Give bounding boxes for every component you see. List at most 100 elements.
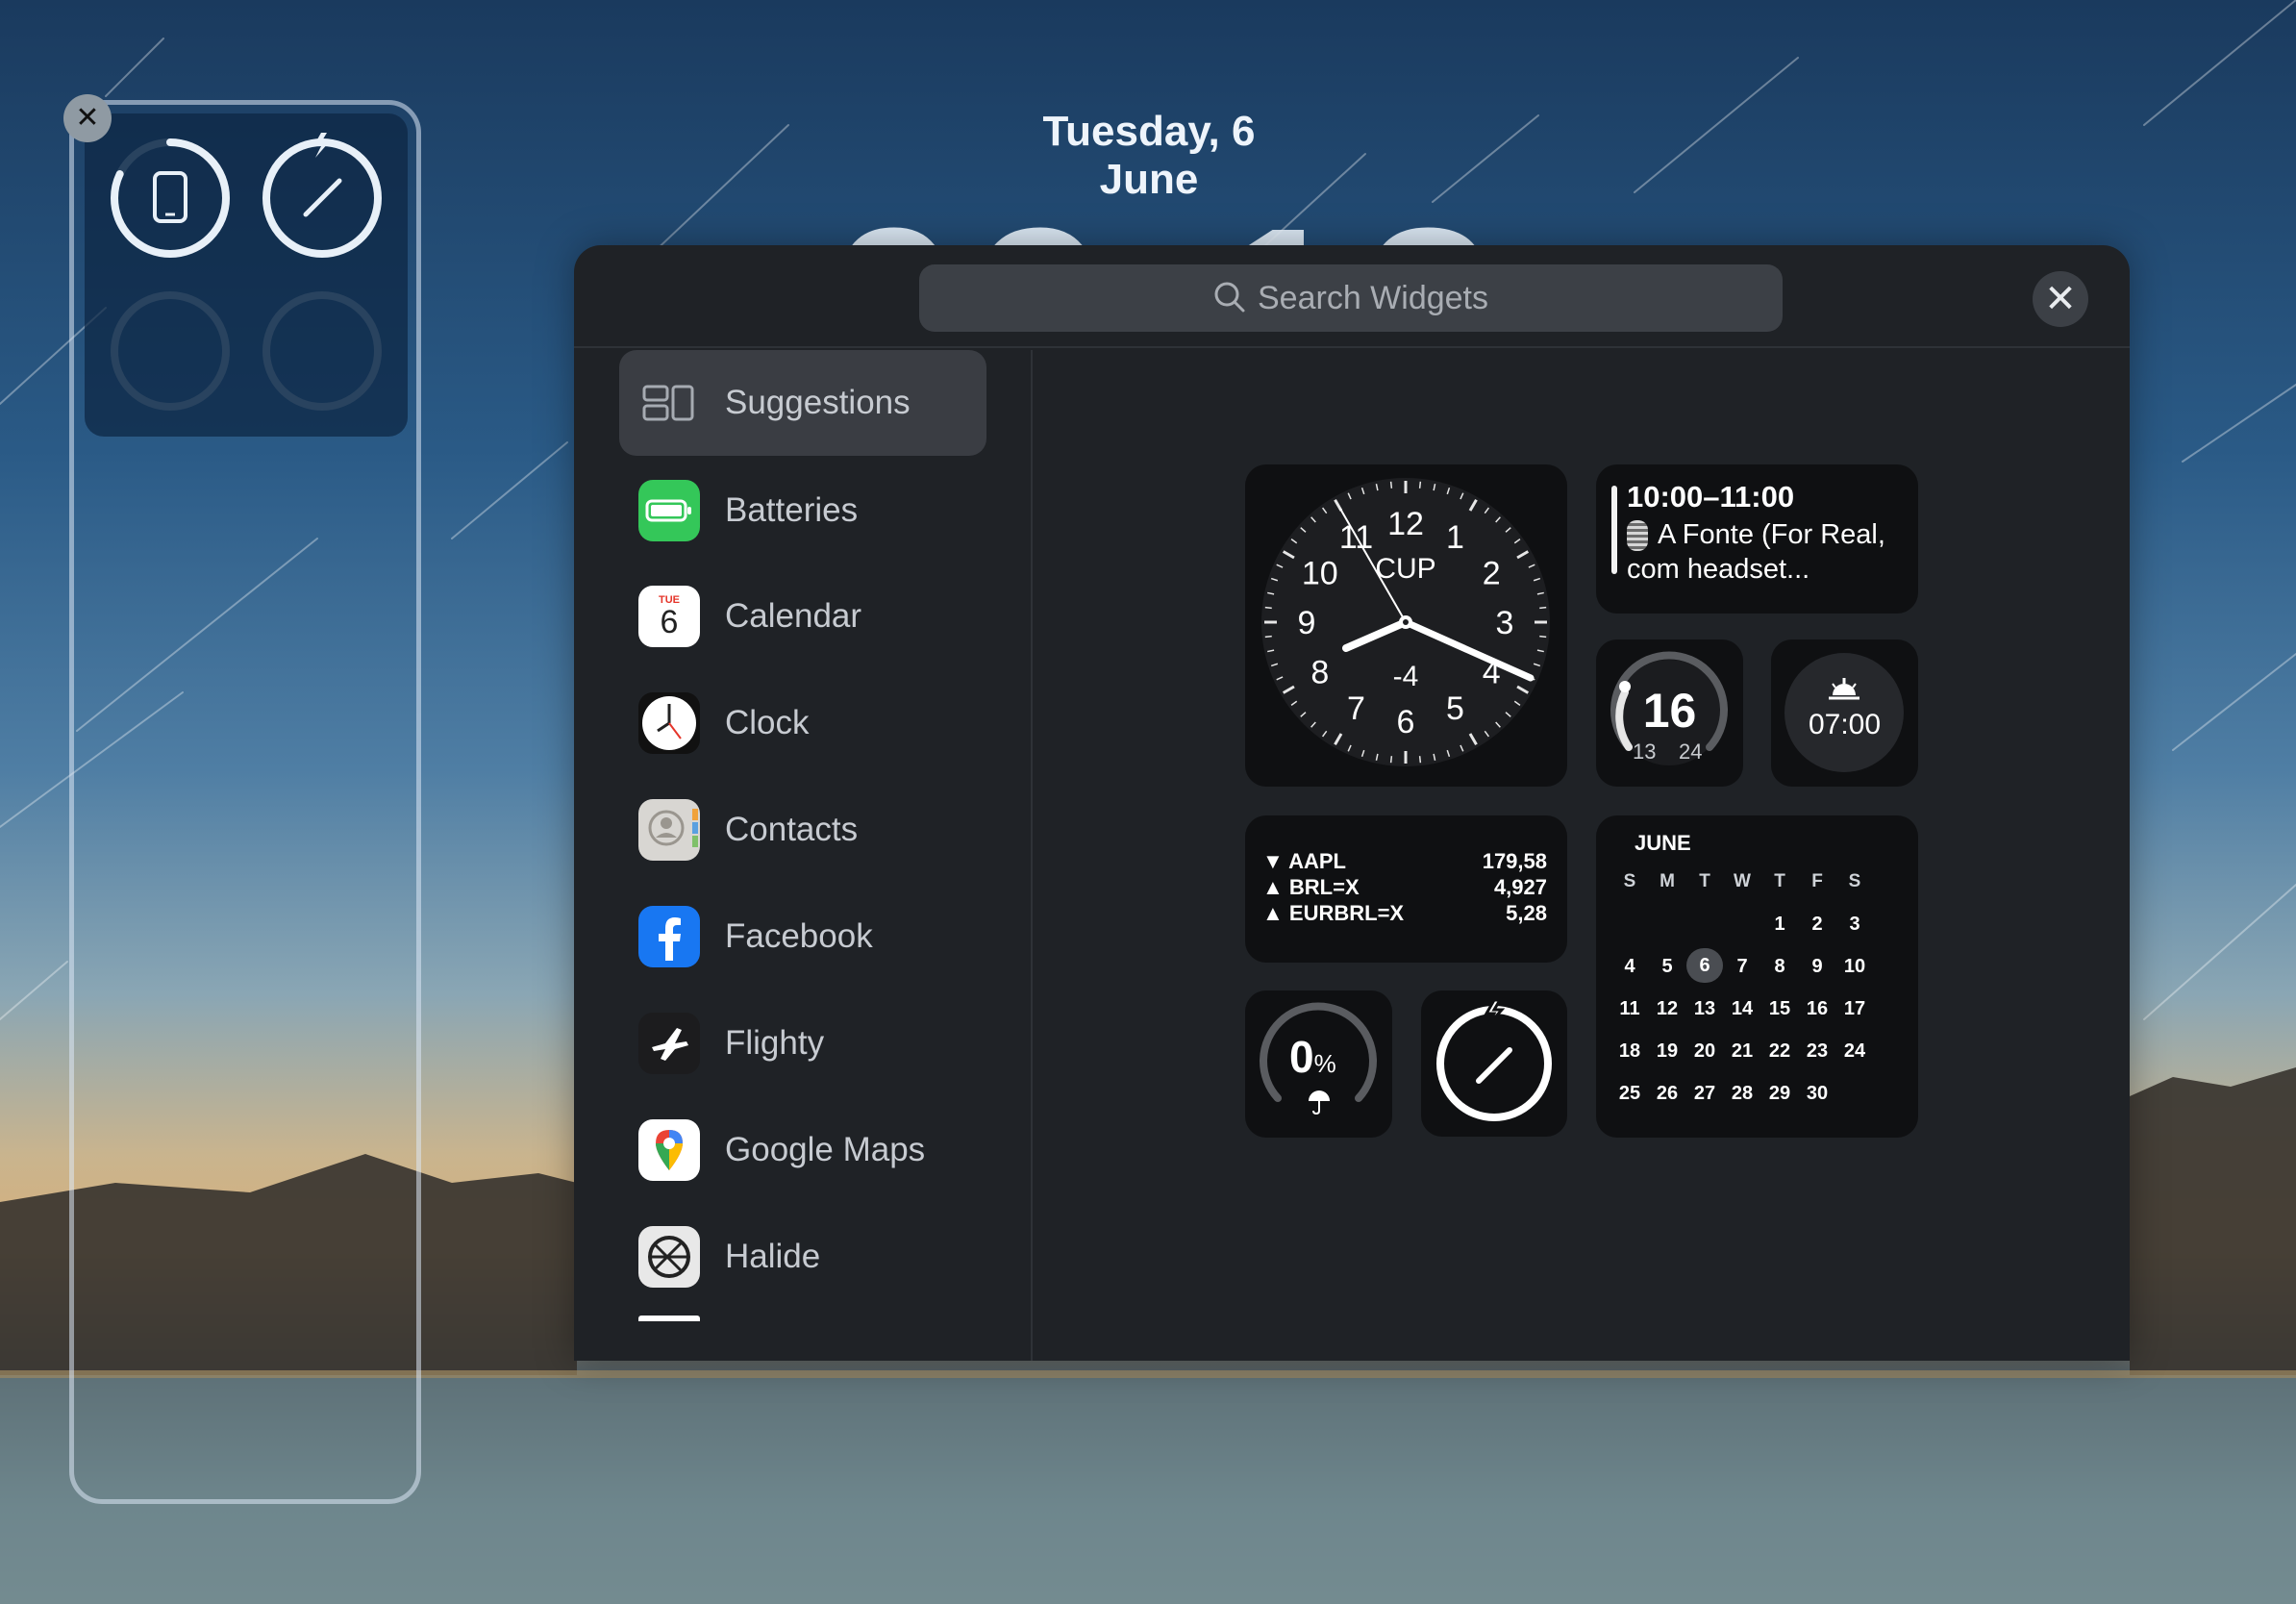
calendar-day: 20	[1693, 1040, 1716, 1062]
sidebar-item-label: Suggestions	[725, 384, 911, 421]
apple-pencil-icon	[1476, 1047, 1512, 1084]
calendar-day: 16	[1806, 998, 1829, 1019]
sidebar-item-flighty[interactable]: Flighty	[619, 990, 986, 1096]
calendar-month-title: JUNE	[1635, 831, 1691, 855]
sidebar-item-label: Contacts	[725, 811, 859, 848]
calendar-day: 19	[1656, 1040, 1679, 1062]
calendar-day: 12	[1656, 998, 1679, 1019]
calendar-weekday: T	[1774, 871, 1785, 891]
analog-clock-face: 121234567891011CUP-4	[1261, 478, 1550, 766]
sidebar-item-label: Facebook	[725, 917, 873, 955]
calendar-icon: TUE 6	[638, 586, 700, 647]
clock-tick	[1539, 606, 1547, 610]
clock-number: 1	[1446, 519, 1464, 556]
calendar-day: 14	[1731, 998, 1754, 1019]
ipad-icon	[153, 171, 187, 223]
clock-number: 7	[1347, 690, 1365, 727]
clock-tick	[1539, 635, 1547, 639]
calendar-weekday: S	[1848, 871, 1861, 891]
gallery-header: Search Widgets ✕	[574, 245, 2130, 348]
close-gallery-button[interactable]: ✕	[2033, 271, 2088, 327]
widget-gallery-sheet: Search Widgets ✕ Suggestions Batteries T…	[574, 245, 2130, 1361]
search-icon	[1214, 282, 1245, 313]
calendar-weekday: T	[1699, 871, 1710, 891]
sidebar-item-suggestions[interactable]: Suggestions	[619, 350, 986, 456]
weather-temperature-widget[interactable]: 16 13 24	[1596, 639, 1743, 787]
clock-number: 10	[1302, 556, 1338, 592]
stocks-widget[interactable]: ▼ AAPL 179,58 ▲ BRL=X 4,927 ▲ EURBRL=X 5…	[1245, 815, 1567, 963]
calendar-day: 29	[1768, 1083, 1791, 1104]
clock-tick	[1389, 481, 1393, 489]
event-color-bar	[1611, 486, 1617, 574]
event-time: 10:00–11:00	[1627, 480, 1795, 514]
calendar-day: 18	[1618, 1040, 1641, 1062]
calendar-day: 8	[1774, 956, 1785, 977]
calendar-day: 11	[1619, 998, 1640, 1019]
clock-tick	[1418, 756, 1422, 764]
sidebar-item-halide[interactable]: Halide	[619, 1204, 986, 1310]
clock-tick	[1418, 481, 1422, 489]
calendar-day: 10	[1843, 956, 1866, 977]
calendar-day: 1	[1774, 914, 1785, 935]
widget-app-list: Suggestions Batteries TUE 6 Calendar Clo…	[574, 350, 1033, 1361]
lock-screen-time: 09:12	[827, 188, 1481, 245]
clock-offset-label: -4	[1393, 661, 1419, 692]
sidebar-item-label: Flighty	[725, 1024, 825, 1062]
sidebar-item-label: Halide	[725, 1238, 821, 1275]
clock-number: 12	[1387, 506, 1424, 542]
rain-percentage: 0%	[1289, 1032, 1336, 1082]
sidebar-item-label: Clock	[725, 704, 810, 741]
sidebar-item-facebook[interactable]: Facebook	[619, 884, 986, 990]
podcast-microphone-icon	[1627, 520, 1648, 552]
clock-tick	[1389, 756, 1393, 764]
clock-center-dot	[1403, 619, 1409, 625]
sidebar-item-label: Google Maps	[725, 1131, 926, 1168]
rain-chance-widget[interactable]: 0%	[1245, 990, 1392, 1138]
current-temperature: 16	[1642, 684, 1697, 738]
pencil-battery-widget[interactable]	[1421, 990, 1567, 1137]
google-maps-icon	[638, 1119, 700, 1181]
suggestions-icon	[638, 372, 700, 434]
remove-widget-button[interactable]: ✕	[63, 94, 112, 142]
search-widgets-field[interactable]: Search Widgets	[919, 264, 1783, 332]
sidebar-item-contacts[interactable]: Contacts	[619, 777, 986, 883]
calendar-day: 27	[1693, 1083, 1716, 1104]
calendar-day: 30	[1806, 1083, 1829, 1104]
calendar-day: 2	[1811, 914, 1823, 935]
sidebar-item-calendar[interactable]: TUE 6 Calendar	[619, 564, 986, 669]
sidebar-item-label: Calendar	[725, 597, 862, 635]
calendar-weekday: F	[1811, 871, 1823, 891]
world-clock-widget[interactable]: 121234567891011CUP-4	[1245, 464, 1567, 787]
sidebar-item-label: Batteries	[725, 491, 859, 529]
sidebar-item-google-maps[interactable]: Google Maps	[619, 1097, 986, 1203]
calendar-day: 13	[1693, 998, 1716, 1019]
calendar-day: 21	[1731, 1040, 1754, 1062]
apple-pencil-icon	[303, 178, 342, 217]
calendar-day: 22	[1768, 1040, 1791, 1062]
sidebar-item-batteries[interactable]: Batteries	[619, 458, 986, 564]
next-app-icon-partial	[638, 1316, 700, 1321]
batteries-icon	[638, 480, 700, 541]
calendar-day: 7	[1736, 956, 1748, 977]
clock-number: 5	[1446, 690, 1464, 727]
calendar-day: 9	[1811, 956, 1823, 977]
calendar-day: 5	[1661, 956, 1673, 977]
halide-icon	[638, 1226, 700, 1288]
alarm-time: 07:00	[1808, 709, 1882, 740]
alarm-widget[interactable]: 07:00	[1771, 639, 1918, 787]
calendar-day: 17	[1843, 998, 1866, 1019]
batteries-widget[interactable]	[85, 113, 408, 437]
sidebar-item-clock[interactable]: Clock	[619, 670, 986, 776]
clock-tick	[1264, 635, 1272, 639]
calendar-month-widget[interactable]: JUNE S M T W T F S 1 2 3 4 5 6 7 8 9 10 11 12 13 14 15 16 17 18 1…	[1596, 815, 1918, 1138]
calendar-day: 4	[1624, 956, 1635, 977]
clock-number: 2	[1483, 556, 1501, 592]
high-temperature: 24	[1679, 739, 1703, 764]
calendar-day: 3	[1849, 914, 1860, 935]
calendar-today: 6	[1686, 948, 1723, 983]
calendar-day: 26	[1656, 1083, 1679, 1104]
clock-city-label: CUP	[1375, 553, 1435, 585]
calendar-event-widget[interactable]: 10:00–11:00 A Fonte (For Real, com heads…	[1596, 464, 1918, 614]
charging-bolt-icon	[1484, 998, 1506, 1026]
calendar-day: 25	[1618, 1083, 1641, 1104]
